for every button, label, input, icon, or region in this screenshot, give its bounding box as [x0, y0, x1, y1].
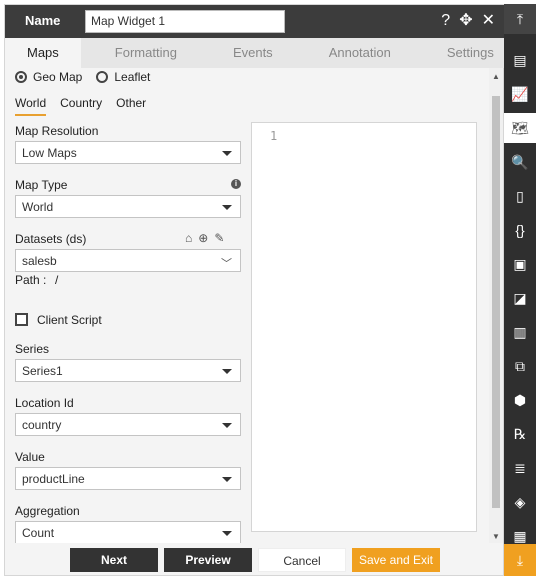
script-editor[interactable]: 1 — [251, 122, 477, 532]
copy-icon[interactable]: ⧉ — [504, 351, 536, 381]
caret-down-icon — [222, 369, 232, 374]
next-button[interactable]: Next — [70, 548, 158, 572]
widget-dialog: Name Map Widget 1 ? ✥ ✕ Maps Formatting … — [4, 4, 505, 576]
cubes-icon[interactable]: ⬢ — [504, 385, 536, 415]
download-icon[interactable]: ⤓ — [504, 544, 536, 576]
rx-icon[interactable]: ℞ — [504, 419, 536, 449]
image-icon[interactable]: ▣ — [504, 249, 536, 279]
move-icon[interactable]: ✥ — [459, 11, 472, 31]
client-script-label: Client Script — [37, 313, 102, 327]
client-script-checkbox[interactable] — [15, 313, 28, 326]
tab-annotation[interactable]: Annotation — [307, 38, 413, 68]
preview-button[interactable]: Preview — [164, 548, 252, 572]
aggregation-label: Aggregation — [15, 504, 80, 518]
chevron-down-icon: ﹀ — [221, 258, 232, 270]
series-select[interactable]: Series1 — [15, 359, 241, 382]
chart-widget-icon[interactable]: 📈 — [504, 79, 536, 109]
subtab-other[interactable]: Other — [116, 96, 146, 116]
map-widget-icon[interactable]: 🗺 — [504, 113, 536, 143]
geo-map-label: Geo Map — [33, 70, 83, 84]
scroll-thumb[interactable] — [492, 96, 500, 508]
map-scope-tabs: World Country Other — [15, 96, 146, 116]
tab-events[interactable]: Events — [211, 38, 295, 68]
map-resolution-value: Low Maps — [22, 146, 77, 160]
caret-down-icon — [222, 205, 232, 210]
home-icon[interactable]: ⌂ — [185, 231, 192, 245]
document-icon[interactable]: ▯ — [504, 181, 536, 211]
value-select[interactable]: productLine — [15, 467, 241, 490]
aggregation-select[interactable]: Count — [15, 521, 241, 543]
value-value: productLine — [22, 472, 85, 486]
location-id-label: Location Id — [15, 396, 74, 410]
series-value: Series1 — [22, 364, 63, 378]
dialog-header: Name Map Widget 1 ? ✥ ✕ — [5, 5, 505, 38]
caret-down-icon — [222, 423, 232, 428]
map-resolution-select[interactable]: Low Maps — [15, 141, 241, 164]
path-label: Path : — [15, 273, 47, 287]
leaflet-label: Leaflet — [114, 70, 151, 84]
bar-chart-icon[interactable]: ▥ — [504, 317, 536, 347]
table-widget-icon[interactable]: ▤ — [504, 45, 536, 75]
document-search-icon[interactable]: 🔍 — [504, 147, 536, 177]
aggregation-value: Count — [22, 526, 55, 540]
close-icon[interactable]: ✕ — [482, 11, 495, 31]
dataset-select[interactable]: salesb ﹀ — [15, 249, 241, 272]
tab-bar: Maps Formatting Events Annotation Settin… — [5, 38, 505, 68]
datasets-label: Datasets (ds) — [15, 232, 87, 246]
chart-edit-icon[interactable]: ◪ — [504, 283, 536, 313]
map-resolution-label: Map Resolution — [15, 124, 99, 138]
maps-panel: Geo Map Leaflet World Country Other Map … — [5, 68, 489, 543]
dataset-actions: ⌂ ⊕ ✎ — [185, 231, 224, 245]
map-type-value: World — [22, 200, 54, 214]
subtab-country[interactable]: Country — [60, 96, 102, 116]
editor-line-number: 1 — [270, 129, 278, 143]
leaflet-radio[interactable] — [96, 71, 109, 83]
dataset-value: salesb — [22, 254, 57, 268]
scroll-down-icon[interactable]: ▼ — [492, 532, 500, 541]
series-label: Series — [15, 342, 50, 356]
value-label: Value — [15, 450, 45, 464]
tab-maps[interactable]: Maps — [5, 38, 81, 68]
location-id-select[interactable]: country — [15, 413, 241, 436]
name-label: Name — [25, 13, 61, 28]
report-icon[interactable]: ≣ — [504, 453, 536, 483]
path-value: / — [55, 273, 59, 287]
add-icon[interactable]: ⊕ — [198, 231, 208, 245]
caret-down-icon — [222, 531, 232, 536]
panel-scrollbar[interactable]: ▲ ▼ — [489, 68, 503, 543]
dialog-footer: Next Preview Cancel Save and Exit — [5, 545, 505, 575]
caret-down-icon — [222, 151, 232, 156]
scroll-up-icon[interactable]: ▲ — [492, 72, 500, 81]
info-icon[interactable]: i — [231, 179, 241, 189]
map-type-label: Map Type — [15, 178, 68, 192]
collapse-up-icon[interactable]: ⤒ — [504, 4, 536, 34]
right-toolbar: ⤒ ▤ 📈 🗺 🔍 ▯ {} ▣ ◪ ▥ ⧉ ⬢ ℞ ≣ ◈ ▦ ⤓ — [504, 4, 536, 576]
location-id-value: country — [22, 418, 62, 432]
widget-name-input[interactable]: Map Widget 1 — [85, 10, 285, 33]
subtab-world[interactable]: World — [15, 96, 47, 116]
caret-down-icon — [222, 477, 232, 482]
map-source-group: Geo Map Leaflet — [15, 70, 150, 84]
header-icons: ? ✥ ✕ — [441, 11, 495, 31]
geo-map-radio[interactable] — [15, 71, 27, 83]
code-braces-icon[interactable]: {} — [504, 215, 536, 245]
map-type-select[interactable]: World — [15, 195, 241, 218]
save-and-exit-button[interactable]: Save and Exit — [352, 548, 440, 572]
layers-icon[interactable]: ◈ — [504, 487, 536, 517]
tab-settings[interactable]: Settings — [425, 38, 516, 68]
edit-icon[interactable]: ✎ — [214, 231, 224, 245]
tab-formatting[interactable]: Formatting — [93, 38, 199, 68]
help-icon[interactable]: ? — [441, 11, 450, 31]
cancel-button[interactable]: Cancel — [258, 548, 346, 572]
